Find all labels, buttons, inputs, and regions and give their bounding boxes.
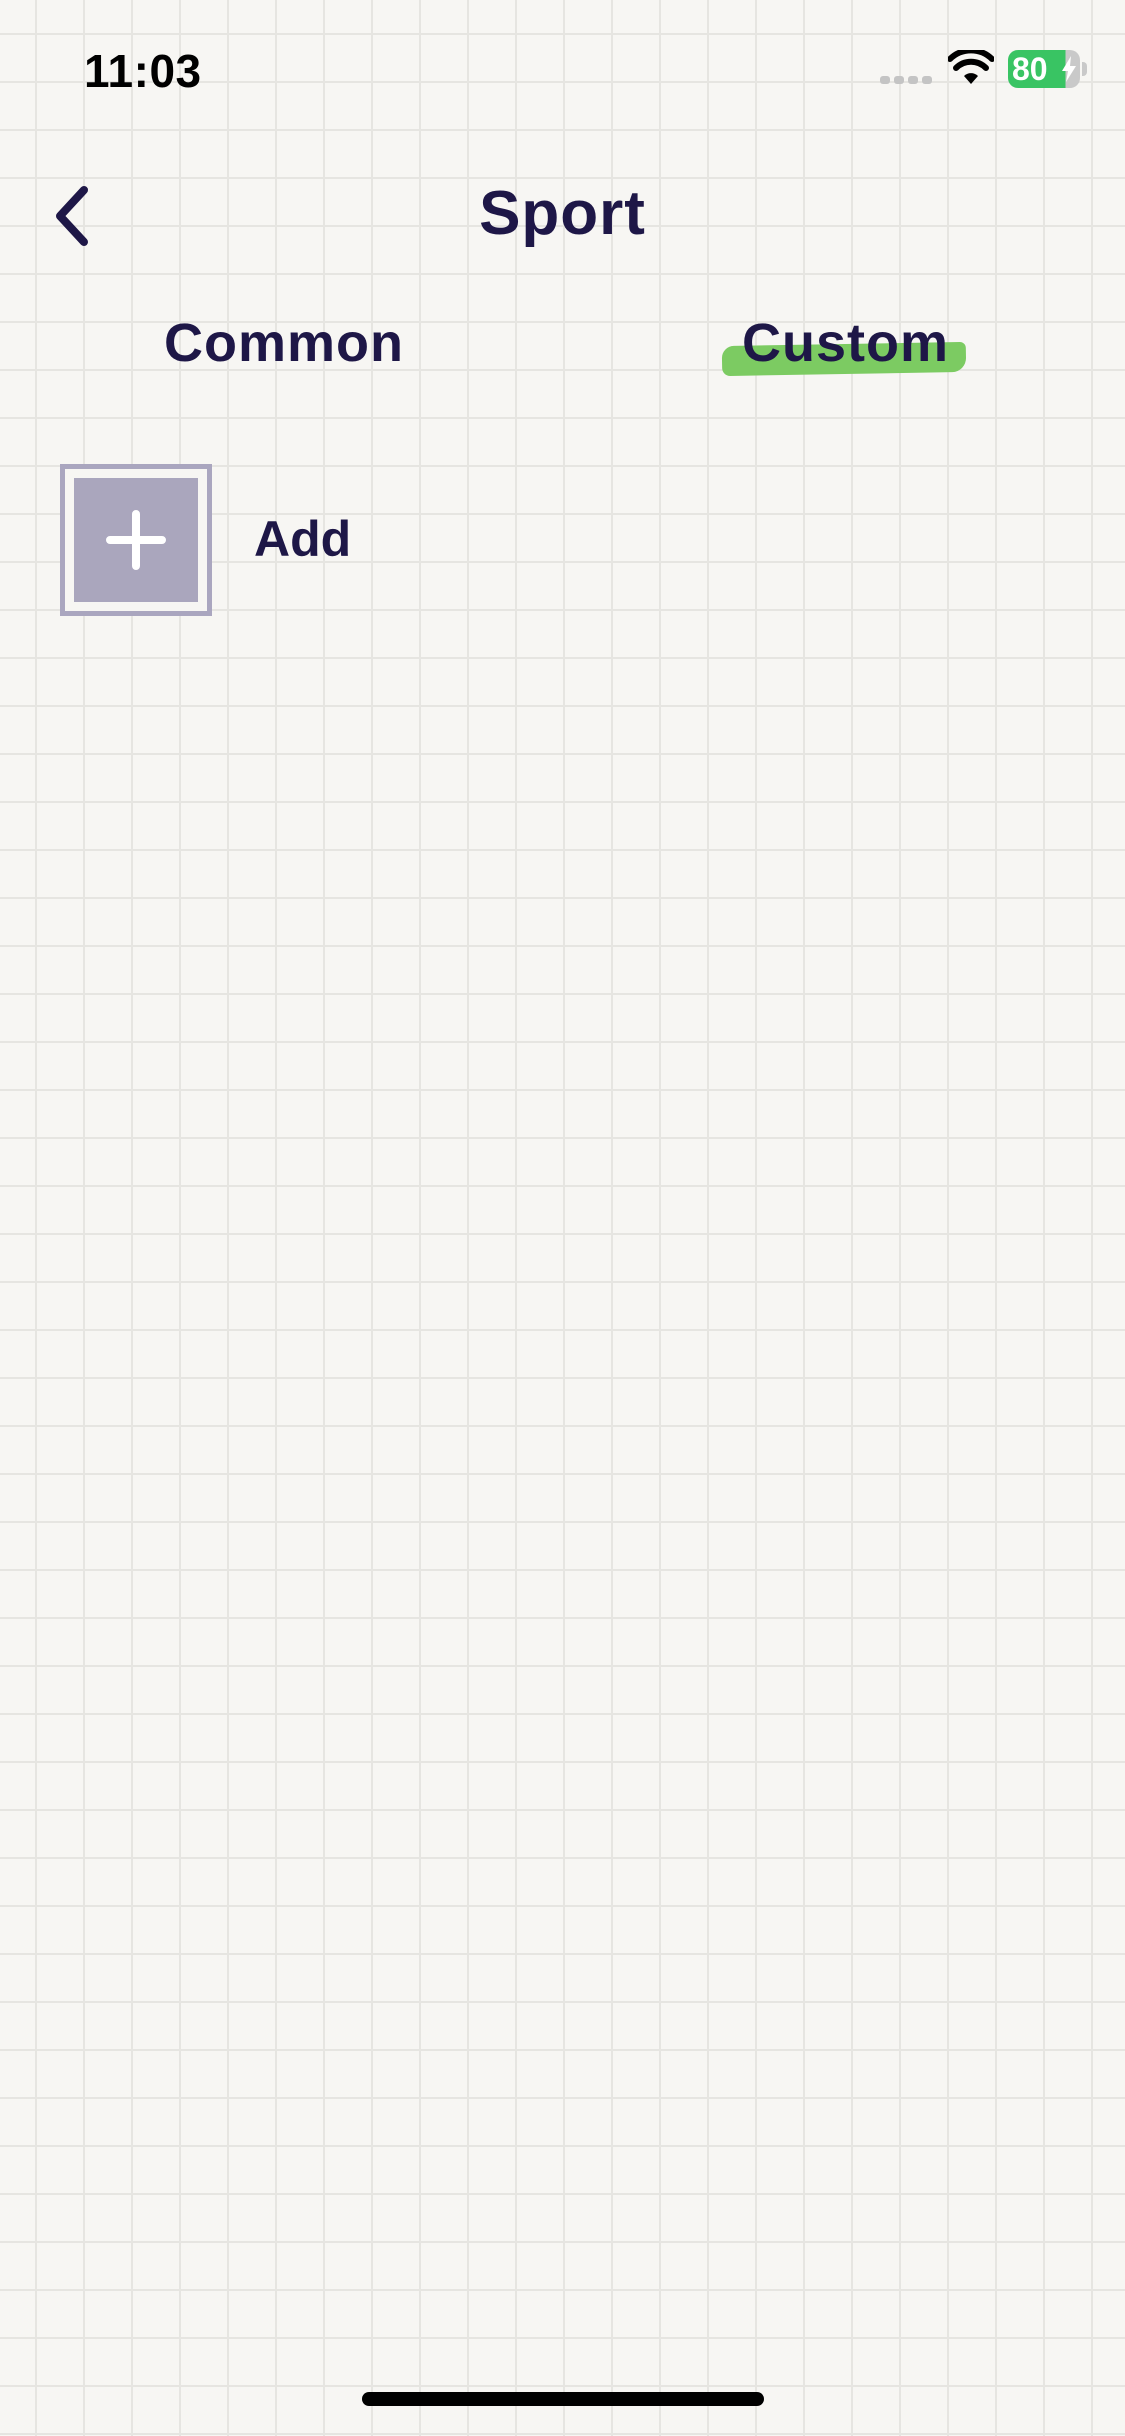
- battery-level: 80: [1012, 51, 1048, 87]
- tab-common[interactable]: Common: [164, 312, 404, 374]
- bolt-icon: [1062, 56, 1076, 82]
- add-item-button[interactable]: Add: [60, 464, 460, 616]
- page-title: Sport: [479, 179, 646, 248]
- home-indicator: [362, 2392, 764, 2406]
- plus-icon: [106, 510, 166, 570]
- status-bar: 11:03 80: [0, 0, 1125, 140]
- add-tile[interactable]: [60, 464, 212, 616]
- battery-icon: 80: [1008, 50, 1090, 88]
- status-time: 11:03: [84, 45, 202, 97]
- battery-tip: [1082, 62, 1087, 76]
- signal-icon: [880, 76, 932, 84]
- add-tile-inner: [74, 478, 198, 602]
- add-label: Add: [254, 511, 352, 567]
- tab-custom[interactable]: Custom: [742, 312, 949, 374]
- wifi-icon: [948, 50, 994, 84]
